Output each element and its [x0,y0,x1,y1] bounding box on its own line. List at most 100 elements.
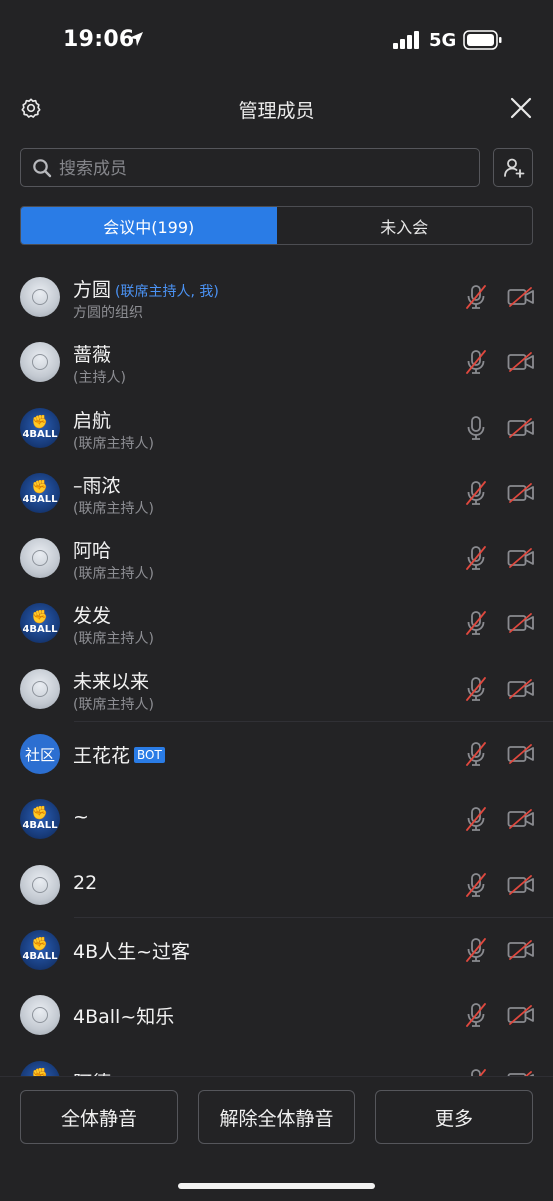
mic-muted-icon[interactable] [465,349,487,379]
member-subtitle: (联席主持人) [73,500,154,517]
avatar-4ball: ✊4BALL [20,407,60,448]
fist-icon: ✊ [31,414,49,430]
member-role-inline: (联席主持人, 我) [115,284,219,300]
member-name: 阿哈 [73,540,112,563]
search-input[interactable] [57,149,461,188]
camera-off-icon[interactable] [507,482,535,508]
camera-off-icon[interactable] [507,808,535,834]
member-row[interactable]: 4Ball~知乐 [0,982,553,1047]
camera-off-icon[interactable] [507,351,535,377]
search-box[interactable] [20,148,480,188]
fist-icon: ✊ [31,610,49,626]
member-name: 王花花 [73,745,131,768]
member-row[interactable]: 社区 王花花 BOT [0,721,553,786]
avatar-label: 4BALL [22,493,58,505]
member-row[interactable]: ✊ 4BALL –雨浓 (联席主持人) [0,460,553,525]
member-row[interactable]: 22 [0,852,553,917]
avatar-4ball: ✊4BALL [20,929,60,970]
avatar-label: 4BALL [22,624,58,636]
camera-off-icon[interactable] [507,874,535,900]
member-name-line: 4B人生~过客 [73,937,190,964]
avatar-4ball: ✊4BALL [20,1060,60,1076]
add-user-icon [504,158,525,178]
tab-not-joined[interactable]: 未入会 [277,207,533,244]
camera-off-icon[interactable] [507,547,535,573]
camera-off-icon[interactable] [507,743,535,769]
member-name: 未来以来 [73,670,150,693]
avatar-4ball: ✊4BALL [20,472,60,513]
cellular-signal-icon [393,31,421,53]
member-subtitle: 方圆的组织 [73,305,143,321]
member-row[interactable]: 蔷薇 (主持人) [0,329,553,394]
camera-off-icon[interactable] [507,678,535,704]
unmute-all-button[interactable]: 解除全体静音 [198,1090,355,1144]
tab-in-meeting[interactable]: 会议中(199) [21,207,277,244]
member-name: 启航 [73,409,112,432]
member-name-line: 方圆 (联席主持人, 我) [73,275,219,302]
member-name-line: 发发 [73,601,111,628]
camera-off-icon[interactable] [507,1004,535,1030]
member-row[interactable]: 方圆 (联席主持人, 我) 方圆的组织 [0,264,553,329]
default-avatar-icon [20,342,60,383]
avatar-label: 4BALL [22,820,58,832]
member-row[interactable]: 未来以来 (联席主持人) [0,656,553,721]
member-name-line: 未来以来 [73,667,149,694]
member-name: 4Ball~知乐 [73,1006,175,1029]
fist-icon: ✊ [31,806,49,822]
tab-bar: 会议中(199) 未入会 [20,206,533,245]
close-icon[interactable] [509,96,533,124]
member-name-line: 22 [73,872,97,894]
member-name: 发发 [73,605,112,628]
battery-icon [463,30,503,54]
member-name: ~ [73,806,89,829]
header: 管理成员 [0,80,553,136]
more-button[interactable]: 更多 [375,1090,533,1144]
member-row[interactable]: ✊4BALL 阿德 [0,1048,553,1076]
member-subtitle: (联席主持人) [73,696,154,713]
bot-badge: BOT [134,747,165,764]
camera-off-icon[interactable] [507,612,535,638]
mic-muted-icon[interactable] [465,676,487,706]
mic-muted-icon[interactable] [465,610,487,640]
member-name-line: ~ [73,806,89,828]
mic-muted-icon[interactable] [465,1002,487,1032]
member-name: 22 [73,871,98,894]
member-row[interactable]: 阿哈 (联席主持人) [0,525,553,590]
mic-muted-icon[interactable] [465,545,487,575]
add-member-button[interactable] [493,148,533,187]
mic-muted-icon[interactable] [465,1068,487,1076]
default-avatar-icon [20,277,60,317]
member-row[interactable]: ✊ 4BALL ~ [0,786,553,851]
member-subtitle: (联席主持人) [73,631,154,648]
fist-icon: ✊ [31,479,49,495]
mic-icon[interactable] [465,415,487,445]
member-name-line: 4Ball~知乐 [73,1002,174,1029]
member-subtitle: (联席主持人) [73,435,154,452]
status-time: 19:06 [63,27,135,52]
member-row[interactable]: ✊ 4BALL 启航 (联席主持人) [0,395,553,460]
mic-muted-icon[interactable] [465,872,487,902]
mute-all-button[interactable]: 全体静音 [20,1090,178,1144]
default-avatar-icon [20,864,60,905]
camera-off-icon[interactable] [507,417,535,443]
member-name-line: –雨浓 [73,471,121,498]
avatar-text: 社区 [20,734,60,775]
member-list[interactable]: 方圆 (联席主持人, 我) 方圆的组织 蔷薇 (主持人) ✊ 4BALL 启航 (联席主持人… [0,264,553,1076]
avatar-4ball: ✊4BALL [20,799,60,840]
member-row[interactable]: ✊ 4BALL 发发 (联席主持人) [0,590,553,655]
member-name: –雨浓 [73,474,121,497]
mic-muted-icon[interactable] [465,480,487,510]
camera-off-icon[interactable] [507,939,535,965]
member-row[interactable]: ✊ 4BALL 4B人生~过客 [0,916,553,982]
default-avatar-icon [20,668,60,709]
member-name: 方圆 [73,279,112,301]
mic-muted-icon[interactable] [465,806,487,836]
camera-off-icon[interactable] [507,286,535,312]
member-name-line: 启航 [73,406,111,433]
default-avatar-icon [20,995,60,1036]
mic-muted-icon[interactable] [465,937,487,967]
home-indicator [178,1183,375,1189]
mic-muted-icon[interactable] [465,741,487,771]
mic-muted-icon[interactable] [465,284,487,314]
avatar-label: 4BALL [22,428,58,440]
